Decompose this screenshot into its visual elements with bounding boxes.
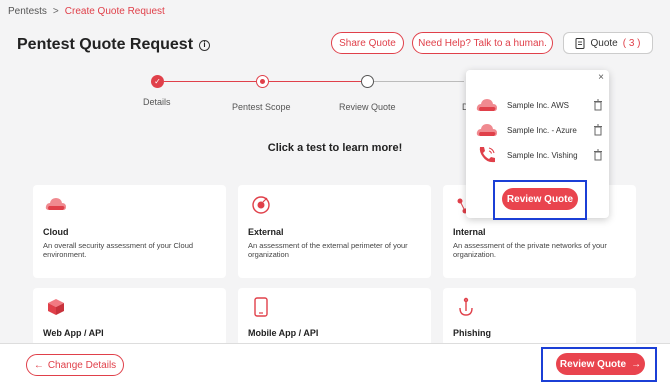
card-title: Mobile App / API — [248, 328, 319, 338]
step-label-review-quote: Review Quote — [339, 102, 396, 112]
test-card-cloud[interactable]: Cloud An overall security assessment of … — [33, 185, 226, 278]
step-review-quote-dot[interactable] — [361, 75, 374, 88]
step-connector — [374, 81, 464, 83]
hook-icon — [459, 297, 473, 316]
card-description: An overall security assessment of your C… — [43, 241, 194, 259]
quote-item-label: Sample Inc. - Azure — [507, 125, 577, 135]
info-icon[interactable]: i — [199, 39, 211, 51]
review-quote-button[interactable]: Review Quote → — [556, 353, 645, 375]
test-card-web-app[interactable]: Web App / API — [33, 288, 226, 346]
quote-item: Sample Inc. - Azure — [474, 120, 604, 140]
test-card-mobile-app[interactable]: Mobile App / API — [238, 288, 431, 346]
trash-icon[interactable] — [592, 149, 604, 161]
cloud-icon — [45, 198, 66, 210]
page-title-text: Pentest Quote Request — [17, 36, 194, 53]
cube-icon — [48, 299, 64, 315]
quote-item: Sample Inc. Vishing — [474, 145, 604, 165]
test-card-external[interactable]: External An assessment of the external p… — [238, 185, 431, 278]
step-label-pentest-scope: Pentest Scope — [232, 102, 291, 112]
card-title: Phishing — [453, 328, 491, 338]
share-quote-button[interactable]: Share Quote — [331, 32, 404, 54]
test-card-phishing[interactable]: Phishing — [443, 288, 636, 346]
popover-review-label: Review Quote — [506, 193, 574, 205]
breadcrumb: Pentests > Create Quote Request — [8, 6, 165, 17]
change-details-label: Change Details — [47, 359, 117, 371]
arrow-right-icon: → — [631, 358, 642, 370]
card-description: An assessment of the external perimeter … — [248, 241, 408, 259]
need-help-button[interactable]: Need Help? Talk to a human. — [412, 32, 553, 54]
cloud-icon — [476, 124, 497, 136]
quote-item-label: Sample Inc. Vishing — [507, 150, 578, 160]
card-title: External — [248, 227, 284, 237]
trash-icon[interactable] — [592, 124, 604, 136]
step-label-details: Details — [143, 97, 171, 107]
card-title: Internal — [453, 227, 486, 237]
close-icon[interactable]: × — [598, 72, 604, 83]
card-title: Cloud — [43, 227, 69, 237]
step-pentest-scope-dot[interactable] — [256, 75, 269, 88]
quote-label: Quote — [590, 37, 618, 49]
arrow-left-icon: ← — [33, 359, 44, 371]
trash-icon[interactable] — [592, 99, 604, 111]
document-icon — [575, 37, 585, 49]
breadcrumb-pentests-link[interactable]: Pentests — [8, 6, 47, 17]
card-title: Web App / API — [43, 328, 104, 338]
review-quote-label: Review Quote — [559, 358, 627, 370]
card-description: An assessment of the private networks of… — [453, 241, 607, 259]
quote-item-label: Sample Inc. AWS — [507, 100, 569, 110]
step-connector — [164, 81, 256, 83]
step-connector — [269, 81, 361, 83]
target-icon — [252, 196, 270, 214]
cloud-icon — [476, 99, 497, 111]
breadcrumb-separator: > — [52, 6, 59, 17]
quote-item: Sample Inc. AWS — [474, 95, 604, 115]
quote-cart-button[interactable]: Quote ( 3 ) — [563, 32, 653, 54]
change-details-button[interactable]: ← Change Details — [26, 354, 124, 376]
step-details-check-icon[interactable]: ✓ — [151, 75, 164, 88]
phone-icon — [479, 147, 495, 163]
breadcrumb-current: Create Quote Request — [64, 6, 165, 17]
popover-review-quote-button[interactable]: Review Quote — [502, 188, 578, 210]
mobile-icon — [254, 297, 268, 317]
page-title: Pentest Quote Request i — [17, 36, 211, 54]
quote-count: ( 3 ) — [622, 37, 641, 49]
